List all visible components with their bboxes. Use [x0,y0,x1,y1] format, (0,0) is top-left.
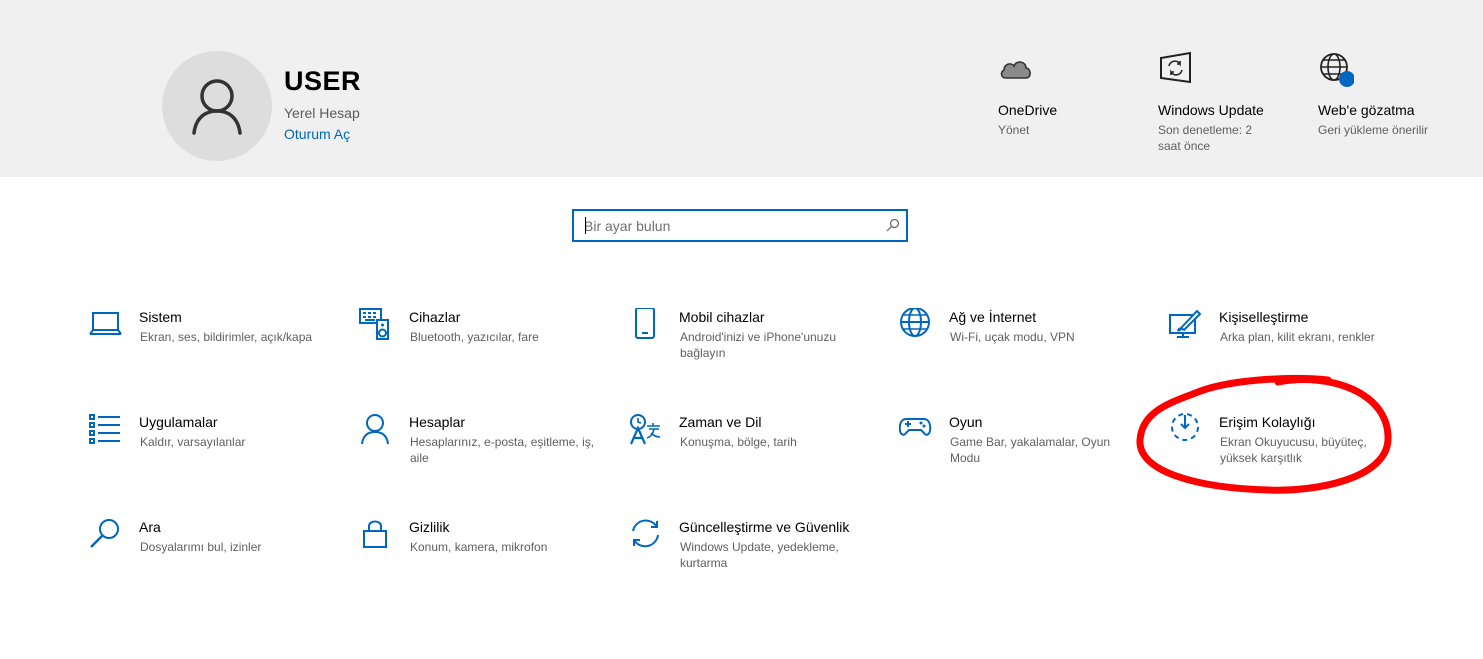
account-type: Yerel Hesap [284,105,360,121]
category-gizlilik[interactable]: Gizlilik Konum, kamera, mikrofon [359,518,599,588]
person-avatar-icon [192,79,242,135]
category-guncellestirme-ve-guvenlik[interactable]: Güncelleştirme ve Güvenlik Windows Updat… [629,518,869,588]
category-oyun[interactable]: Oyun Game Bar, yakalamalar, Oyun Modu [899,413,1139,483]
person-icon [361,414,389,445]
quick-link-subtitle: Geri yükleme önerilir [1318,123,1429,137]
category-ara[interactable]: Ara Dosyalarımı bul, izinler [89,518,329,588]
category-description: Konuşma, bölge, tarih [680,435,797,449]
category-description: Game Bar, yakalamalar, Oyun Modu [950,435,1111,465]
category-title: Ara [139,519,161,535]
user-name: USER [284,66,362,96]
category-description: Wi-Fi, uçak modu, VPN [950,330,1075,344]
sign-in-link[interactable]: Oturum Aç [284,126,350,142]
lock-icon [363,520,387,548]
phone-icon [635,308,655,339]
quick-link-title: OneDrive [998,102,1058,118]
search-input[interactable] [574,211,874,240]
avatar[interactable] [162,51,272,161]
category-description: Bluetooth, yazıcılar, fare [410,330,539,344]
settings-home: USER Yerel Hesap Oturum Aç OneDrive Yöne… [0,0,1483,659]
search-icon [90,519,119,548]
apps-list-icon [89,414,120,444]
quick-link-title: Web'e gözatma [1318,102,1415,118]
category-description: Arka plan, kilit ekranı, renkler [1220,330,1375,344]
category-title: Kişiselleştirme [1219,309,1309,325]
category-title: Zaman ve Dil [679,414,762,430]
windows-update-link[interactable]: Windows Update Son denetleme: 2 saat önc… [1158,50,1308,154]
category-description: Android'inizi ve iPhone'unuzu bağlayın [680,330,837,360]
web-browsing-link[interactable]: Web'e gözatma Geri yükleme önerilir [1318,50,1468,138]
quick-link-title: Windows Update [1158,102,1264,118]
onedrive-link[interactable]: OneDrive Yönet [998,50,1148,138]
category-kisisellestirme[interactable]: Kişiselleştirme Arka plan, kilit ekranı,… [1169,308,1409,378]
category-uygulamalar[interactable]: Uygulamalar Kaldır, varsayılanlar [89,413,329,483]
category-title: Ağ ve İnternet [949,309,1037,325]
category-erisim-kolayligi[interactable]: Erişim Kolaylığı Ekran Okuyucusu, büyüte… [1169,413,1409,483]
category-title: Mobil cihazlar [679,309,765,325]
quick-link-subtitle: Son denetleme: 2 saat önce [1158,123,1253,153]
category-description: Hesaplarınız, e-posta, eşitleme, iş, ail… [410,435,595,465]
category-title: Uygulamalar [139,414,218,430]
ease-of-access-icon [1171,413,1199,441]
category-mobil-cihazlar[interactable]: Mobil cihazlar Android'inizi ve iPhone'u… [629,308,869,378]
category-title: Hesaplar [409,414,466,430]
settings-search-box[interactable] [572,209,908,242]
category-description: Ekran, ses, bildirimler, açık/kapa [140,330,313,344]
category-description: Kaldır, varsayılanlar [140,435,246,449]
windows-update-icon [1160,51,1191,84]
category-title: Oyun [949,414,983,430]
category-description: Konum, kamera, mikrofon [410,540,548,554]
category-sistem[interactable]: Sistem Ekran, ses, bildirimler, açık/kap… [89,308,329,378]
laptop-icon [89,312,122,335]
category-description: Dosyalarımı bul, izinler [140,540,262,554]
category-title: Güncelleştirme ve Güvenlik [679,519,850,535]
category-title: Erişim Kolaylığı [1219,414,1316,430]
search-icon[interactable] [886,218,900,232]
header-band: USER Yerel Hesap Oturum Aç OneDrive Yöne… [0,0,1483,177]
language-icon [629,414,661,445]
category-zaman-ve-dil[interactable]: Zaman ve Dil Konuşma, bölge, tarih [629,413,869,483]
category-title: Cihazlar [409,309,461,325]
globe-icon [1320,53,1354,87]
category-cihazlar[interactable]: Cihazlar Bluetooth, yazıcılar, fare [359,308,599,378]
category-ag-ve-internet[interactable]: Ağ ve İnternet Wi-Fi, uçak modu, VPN [899,308,1139,378]
category-hesaplar[interactable]: Hesaplar Hesaplarınız, e-posta, eşitleme… [359,413,599,483]
category-description: Ekran Okuyucusu, büyüteç, yüksek karşıtl… [1220,435,1367,465]
onedrive-cloud-icon [1000,61,1031,79]
game-controller-icon [899,418,932,436]
category-description: Windows Update, yedekleme, kurtarma [680,540,839,570]
quick-link-subtitle: Yönet [998,123,1030,137]
category-title: Gizlilik [409,519,450,535]
globe-icon [900,308,930,337]
paint-brush-icon [1169,309,1202,338]
keyboard-speaker-icon [359,308,389,340]
sync-arrows-icon [632,519,659,548]
text-caret [585,217,586,234]
category-title: Sistem [139,309,182,325]
